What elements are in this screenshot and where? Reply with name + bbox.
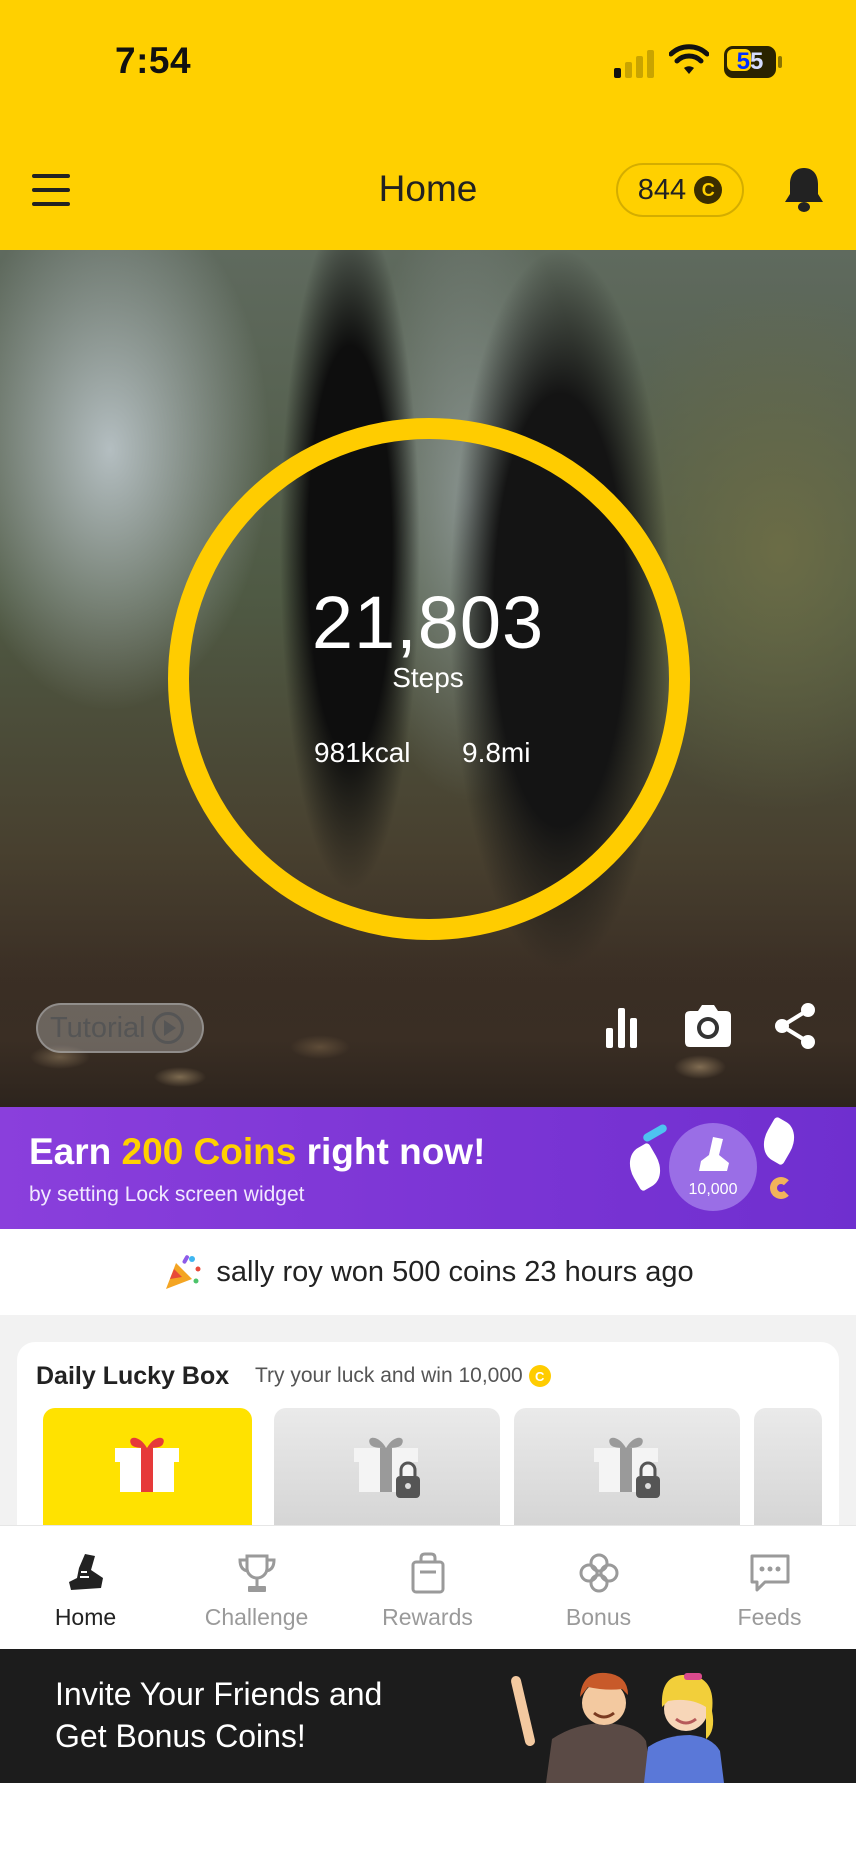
invite-text: Invite Your Friends and Get Bonus Coins! xyxy=(55,1673,382,1757)
share-icon[interactable] xyxy=(772,1000,818,1052)
lucky-box-title: Daily Lucky Box xyxy=(36,1362,230,1390)
tab-bonus-label: Bonus xyxy=(565,1604,632,1630)
promo-title: Earn 200 Coins right now! xyxy=(29,1131,486,1172)
battery-level: 55 xyxy=(736,48,764,75)
steps-label: Steps xyxy=(392,662,464,693)
coin-icon: C xyxy=(694,176,723,204)
camera-icon[interactable] xyxy=(681,1000,735,1052)
locked-gift-icon xyxy=(594,1437,660,1498)
tab-feeds[interactable]: Feeds xyxy=(684,1526,855,1650)
tab-rewards-label: Rewards xyxy=(382,1604,473,1630)
coin-balance-button[interactable]: 844 C xyxy=(616,163,744,217)
notification-bell-icon[interactable] xyxy=(780,164,828,214)
wifi-icon xyxy=(669,44,709,74)
right-wing-decoration xyxy=(756,1116,802,1166)
battery-icon: 55 xyxy=(724,46,782,78)
left-wing-decoration xyxy=(622,1142,668,1192)
tab-rewards[interactable]: Rewards xyxy=(342,1526,513,1650)
friends-illustration xyxy=(511,1672,724,1783)
tab-home[interactable]: Home xyxy=(0,1526,171,1650)
step-count: 21,803 xyxy=(311,581,545,664)
tab-bonus[interactable]: Bonus xyxy=(513,1526,684,1650)
coin-balance: 844 xyxy=(637,173,687,206)
lucky-box-locked[interactable] xyxy=(514,1408,740,1527)
confetti-swirl-decoration xyxy=(770,1177,792,1199)
coin-icon: C xyxy=(528,1365,551,1387)
invite-line-2: Get Bonus Coins! xyxy=(55,1718,306,1754)
chat-icon xyxy=(750,1554,790,1592)
trophy-icon xyxy=(238,1554,276,1592)
lucky-box-subtitle: Try your luck and win 10,000 C xyxy=(255,1364,551,1388)
tab-challenge-label: Challenge xyxy=(204,1604,309,1630)
gift-icon xyxy=(115,1437,179,1492)
distance-value: 9.8mi xyxy=(462,737,531,768)
bottom-tab-bar: Home Challenge Rewards Bonus Feeds xyxy=(0,1525,856,1649)
confetti-decoration xyxy=(641,1123,669,1143)
steps-badge: 10,000 xyxy=(669,1123,757,1211)
step-counter-hero: 21,803 Steps 981kcal 9.8mi Tutorial xyxy=(0,250,856,1107)
sneaker-badge-icon xyxy=(699,1137,729,1171)
steps-badge-value: 10,000 xyxy=(688,1181,738,1198)
lucky-box-open[interactable] xyxy=(43,1408,252,1527)
tab-home-label: Home xyxy=(54,1604,117,1630)
promo-subtitle: by setting Lock screen widget xyxy=(29,1183,305,1206)
invite-line-1: Invite Your Friends and xyxy=(55,1676,383,1712)
tab-feeds-label: Feeds xyxy=(737,1604,802,1630)
lock-screen-widget-promo[interactable]: Earn 200 Coins right now! by setting Loc… xyxy=(0,1107,856,1229)
stats-chart-icon[interactable] xyxy=(604,1000,640,1052)
lucky-box-locked[interactable] xyxy=(274,1408,500,1527)
invite-friends-banner[interactable]: Invite Your Friends and Get Bonus Coins! xyxy=(0,1649,856,1783)
tab-challenge[interactable]: Challenge xyxy=(171,1526,342,1650)
tutorial-button[interactable]: Tutorial xyxy=(36,1003,204,1053)
winner-ticker: sally roy won 500 coins 23 hours ago xyxy=(0,1229,856,1315)
ticker-text: sally roy won 500 coins 23 hours ago xyxy=(216,1255,694,1288)
shopping-bag-icon xyxy=(411,1552,445,1594)
lucky-box-locked[interactable] xyxy=(754,1408,822,1527)
clover-icon xyxy=(579,1553,619,1593)
promo-highlight: 200 Coins xyxy=(121,1131,297,1172)
calories-value: 981kcal xyxy=(314,737,411,768)
locked-gift-icon xyxy=(354,1437,420,1498)
daily-lucky-box-card: Daily Lucky Box Try your luck and win 10… xyxy=(17,1342,839,1527)
top-header-area: 7:54 55 Home 844 C xyxy=(0,0,856,250)
cellular-signal-icon xyxy=(614,48,658,78)
sneaker-icon xyxy=(69,1554,103,1590)
party-popper-icon xyxy=(166,1255,201,1289)
status-time: 7:54 xyxy=(115,40,192,81)
tutorial-label: Tutorial xyxy=(50,1011,146,1044)
play-icon xyxy=(151,1012,184,1044)
